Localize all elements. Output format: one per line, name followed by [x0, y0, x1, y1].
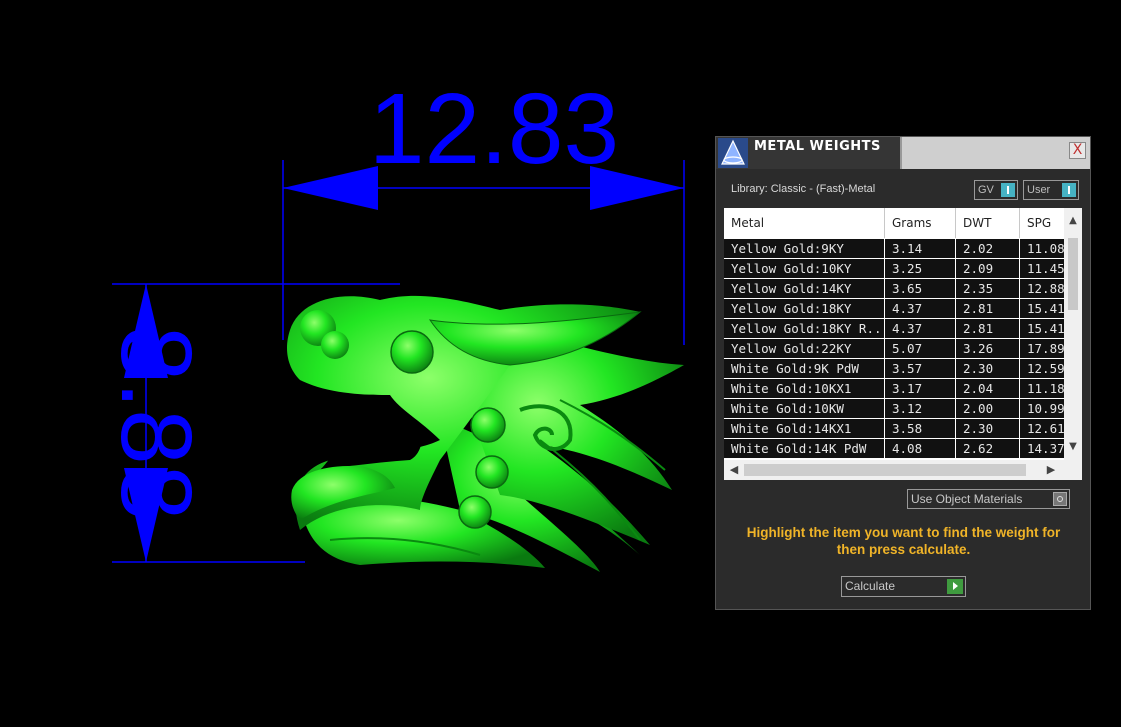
cell-dwt: 2.04 [956, 379, 1019, 398]
cell-dwt: 3.26 [956, 339, 1019, 358]
dragon-head-model[interactable] [287, 295, 684, 572]
height-dimension-label: 8.88 [100, 326, 212, 521]
cell-dwt: 2.02 [956, 239, 1019, 258]
cell-metal: Yellow Gold:14KY [724, 279, 884, 298]
metal-table[interactable]: Metal Grams DWT SPG Yellow Gold:9KY 3.14… [724, 208, 1082, 480]
table-row[interactable]: White Gold:10KW 3.12 2.00 10.99 [724, 399, 1064, 419]
table-row[interactable]: Yellow Gold:22KY 5.07 3.26 17.89 [724, 339, 1064, 359]
cell-grams: 4.37 [885, 319, 955, 338]
toggle-icon [1001, 183, 1015, 197]
cell-grams: 3.57 [885, 359, 955, 378]
gv-toggle-label: GV [978, 184, 994, 196]
cell-metal: Yellow Gold:9KY [724, 239, 884, 258]
cell-grams: 4.08 [885, 439, 955, 458]
scroll-up-icon[interactable]: ▲ [1066, 214, 1080, 228]
column-header-metal[interactable]: Metal [724, 208, 885, 238]
library-label: Library: Classic - (Fast)-Metal [731, 183, 876, 195]
app-logo-icon [718, 138, 748, 168]
cell-metal: White Gold:9K PdW [724, 359, 884, 378]
cell-metal: White Gold:10KX1 [724, 379, 884, 398]
cell-metal: Yellow Gold:18KY [724, 299, 884, 318]
close-button[interactable]: X [1069, 142, 1086, 159]
table-row[interactable]: Yellow Gold:9KY 3.14 2.02 11.08 [724, 239, 1064, 259]
cell-grams: 5.07 [885, 339, 955, 358]
user-toggle-label: User [1027, 184, 1051, 196]
play-icon [947, 579, 963, 594]
table-row[interactable]: Yellow Gold:10KY 3.25 2.09 11.45 [724, 259, 1064, 279]
cell-spg: 12.88 [1020, 279, 1064, 298]
cell-spg: 14.37 [1020, 439, 1064, 458]
scroll-left-icon[interactable]: ◀ [727, 463, 741, 477]
table-row[interactable]: Yellow Gold:18KY R... 4.37 2.81 15.41 [724, 319, 1064, 339]
cell-spg: 11.45 [1020, 259, 1064, 278]
cell-grams: 3.25 [885, 259, 955, 278]
cell-spg: 15.41 [1020, 299, 1064, 318]
column-header-grams[interactable]: Grams [885, 208, 956, 238]
cell-spg: 12.59 [1020, 359, 1064, 378]
calculate-button[interactable]: Calculate [841, 576, 966, 597]
use-object-materials-toggle[interactable]: Use Object Materials [907, 489, 1070, 509]
cell-grams: 3.17 [885, 379, 955, 398]
cell-dwt: 2.81 [956, 319, 1019, 338]
cell-dwt: 2.30 [956, 359, 1019, 378]
gv-toggle[interactable]: GV [974, 180, 1018, 200]
panel-title-tab: METAL WEIGHTS [716, 137, 902, 169]
horizontal-scroll-thumb[interactable] [744, 464, 1026, 476]
table-row[interactable]: Yellow Gold:18KY 4.37 2.81 15.41 [724, 299, 1064, 319]
cell-dwt: 2.62 [956, 439, 1019, 458]
table-rows: Yellow Gold:9KY 3.14 2.02 11.08 Yellow G… [724, 239, 1064, 459]
width-dimension-label: 12.83 [369, 73, 619, 185]
close-icon: X [1072, 142, 1083, 158]
table-row[interactable]: White Gold:14K PdW 4.08 2.62 14.37 [724, 439, 1064, 459]
table-header: Metal Grams DWT SPG [724, 208, 1082, 238]
cell-dwt: 2.35 [956, 279, 1019, 298]
cell-dwt: 2.09 [956, 259, 1019, 278]
panel-title: METAL WEIGHTS [754, 139, 881, 154]
cell-spg: 15.41 [1020, 319, 1064, 338]
metal-weights-panel: METAL WEIGHTS X Library: Classic - (Fast… [715, 136, 1091, 610]
calculate-label: Calculate [845, 579, 896, 593]
cell-metal: Yellow Gold:10KY [724, 259, 884, 278]
use-object-materials-label: Use Object Materials [911, 492, 1023, 506]
cell-metal: Yellow Gold:22KY [724, 339, 884, 358]
column-header-dwt[interactable]: DWT [956, 208, 1020, 238]
cell-metal: White Gold:14K PdW [724, 439, 884, 458]
cell-metal: White Gold:14KX1 [724, 419, 884, 438]
cell-grams: 3.12 [885, 399, 955, 418]
scroll-down-icon[interactable]: ▼ [1066, 440, 1080, 454]
cell-spg: 12.61 [1020, 419, 1064, 438]
cell-dwt: 2.00 [956, 399, 1019, 418]
cell-grams: 3.65 [885, 279, 955, 298]
cell-spg: 11.18 [1020, 379, 1064, 398]
cell-grams: 3.14 [885, 239, 955, 258]
table-row[interactable]: White Gold:14KX1 3.58 2.30 12.61 [724, 419, 1064, 439]
cell-spg: 10.99 [1020, 399, 1064, 418]
vertical-scroll-thumb[interactable] [1068, 238, 1078, 310]
horizontal-scrollbar[interactable]: ◀ ▶ [724, 460, 1082, 480]
cell-dwt: 2.81 [956, 299, 1019, 318]
hint-text: Highlight the item you want to find the … [746, 525, 1061, 557]
table-row[interactable]: White Gold:9K PdW 3.57 2.30 12.59 [724, 359, 1064, 379]
scroll-right-icon[interactable]: ▶ [1044, 463, 1058, 477]
radio-icon [1053, 492, 1067, 506]
table-row[interactable]: White Gold:10KX1 3.17 2.04 11.18 [724, 379, 1064, 399]
panel-titlebar[interactable]: METAL WEIGHTS X [716, 137, 1090, 169]
cell-metal: Yellow Gold:18KY R... [724, 319, 884, 338]
cell-grams: 4.37 [885, 299, 955, 318]
table-row[interactable]: Yellow Gold:14KY 3.65 2.35 12.88 [724, 279, 1064, 299]
cell-dwt: 2.30 [956, 419, 1019, 438]
vertical-scrollbar[interactable]: ▲ ▼ [1064, 208, 1082, 460]
cell-metal: White Gold:10KW [724, 399, 884, 418]
cell-spg: 11.08 [1020, 239, 1064, 258]
column-header-spg[interactable]: SPG [1020, 208, 1064, 238]
cell-grams: 3.58 [885, 419, 955, 438]
toggle-icon [1062, 183, 1076, 197]
cell-spg: 17.89 [1020, 339, 1064, 358]
user-toggle[interactable]: User [1023, 180, 1079, 200]
